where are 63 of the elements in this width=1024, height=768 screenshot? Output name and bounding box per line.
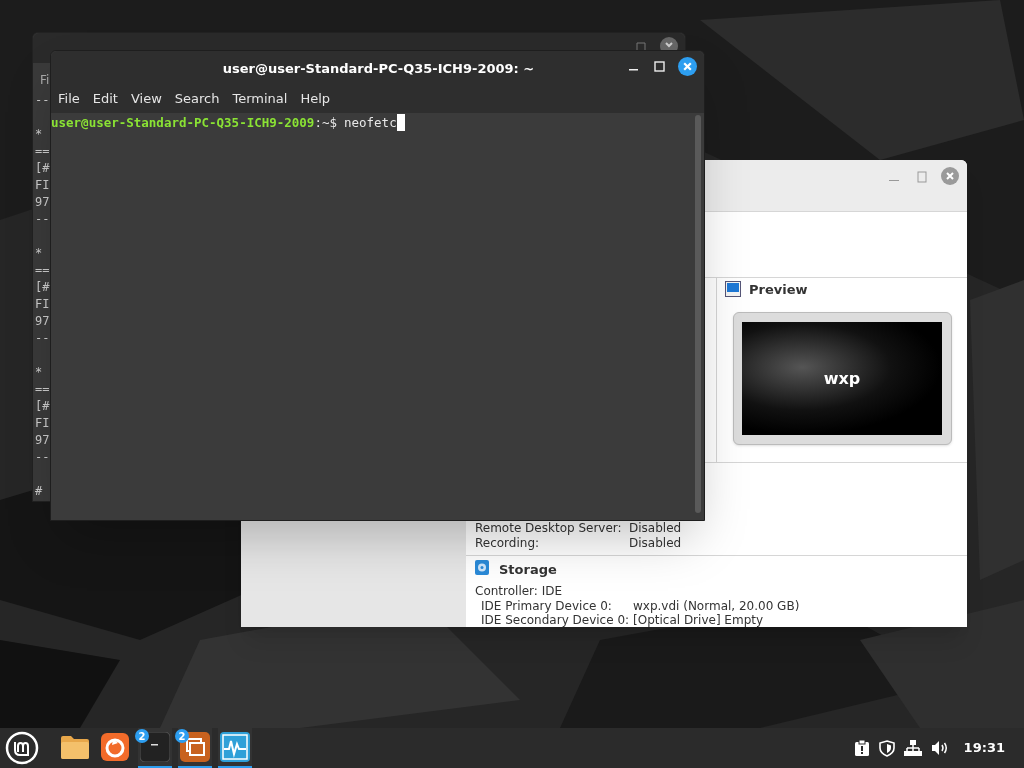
count-badge: 2 <box>175 729 189 743</box>
terminal-line: 97 <box>35 313 50 330</box>
window-stack-icon[interactable] <box>180 732 210 762</box>
terminal-line: 97 <box>35 432 50 449</box>
terminal-line: [# <box>35 398 50 415</box>
detail-label: IDE Secondary Device 0: <box>481 613 631 627</box>
terminal-command: neofetc <box>344 114 397 131</box>
prompt-path: :~$ <box>314 114 337 131</box>
text-cursor <box>396 114 405 131</box>
terminal-line: * <box>35 245 44 262</box>
clock[interactable]: 19:31 <box>963 738 1005 758</box>
detail-value: Disabled <box>629 521 682 536</box>
detail-label: Controller: IDE <box>475 584 563 599</box>
detail-value: wxp.vdi (Normal, 20.00 GB) <box>633 599 800 614</box>
volume-icon[interactable] <box>930 740 949 756</box>
terminal-line: FI <box>35 415 50 432</box>
menu-item[interactable]: Search <box>169 89 225 109</box>
clipboard-icon[interactable] <box>853 739 870 757</box>
menu-item[interactable]: Edit <box>87 89 123 109</box>
detail-value: [Optical Drive] Empty <box>633 613 764 627</box>
terminal-line: [# <box>35 279 50 296</box>
menu-item[interactable]: Terminal <box>227 89 293 109</box>
terminal-line: * <box>35 364 44 381</box>
detail-label: Recording: <box>475 536 541 551</box>
section-title: Storage <box>499 561 557 579</box>
mint-logo-icon[interactable] <box>5 731 39 765</box>
folder-icon[interactable] <box>60 734 90 760</box>
window-title: user@user-Standard-PC-Q35-ICH9-2009: ~ <box>222 60 535 78</box>
terminal-line: == <box>35 381 50 398</box>
taskbar-button[interactable] <box>218 728 252 768</box>
network-icon[interactable] <box>903 739 922 757</box>
terminal-line: [# <box>35 160 50 177</box>
menu-item[interactable]: Fi <box>40 71 50 89</box>
disk-icon <box>475 560 489 575</box>
terminal-line: 97 <box>35 194 50 211</box>
shield-icon[interactable] <box>878 739 895 757</box>
terminal-line: -- <box>35 330 50 347</box>
detail-value: Disabled <box>629 536 682 551</box>
terminal-line: * <box>35 126 44 143</box>
detail-label: Remote Desktop Server: <box>475 521 623 536</box>
prompt-user: user@user-Standard-PC-Q35-ICH9-2009 <box>51 114 315 131</box>
terminal-line: == <box>35 143 50 160</box>
close-icon[interactable] <box>678 57 697 76</box>
browser-icon[interactable] <box>101 733 129 761</box>
detail-label: IDE Primary Device 0: <box>481 599 613 614</box>
terminal-line: FI <box>35 296 50 313</box>
terminal-line: -- <box>35 211 50 228</box>
menu-item[interactable]: File <box>53 89 85 109</box>
menu-item[interactable]: Help <box>295 89 336 109</box>
terminal-line: FI <box>35 177 50 194</box>
system-monitor-icon[interactable] <box>220 732 250 762</box>
count-badge: 2 <box>135 729 149 743</box>
menu-item[interactable]: View <box>125 89 167 109</box>
terminal-line: -- <box>35 449 50 466</box>
monitor-icon <box>725 281 741 297</box>
close-icon[interactable] <box>660 37 678 50</box>
terminal-line: == <box>35 262 50 279</box>
section-title: Preview <box>749 281 808 299</box>
scrollbar[interactable] <box>695 115 701 513</box>
terminal-icon[interactable] <box>140 732 170 762</box>
terminal-line: -- <box>35 92 50 109</box>
terminal-line: # <box>35 483 44 500</box>
vm-name: wxp <box>823 367 861 390</box>
